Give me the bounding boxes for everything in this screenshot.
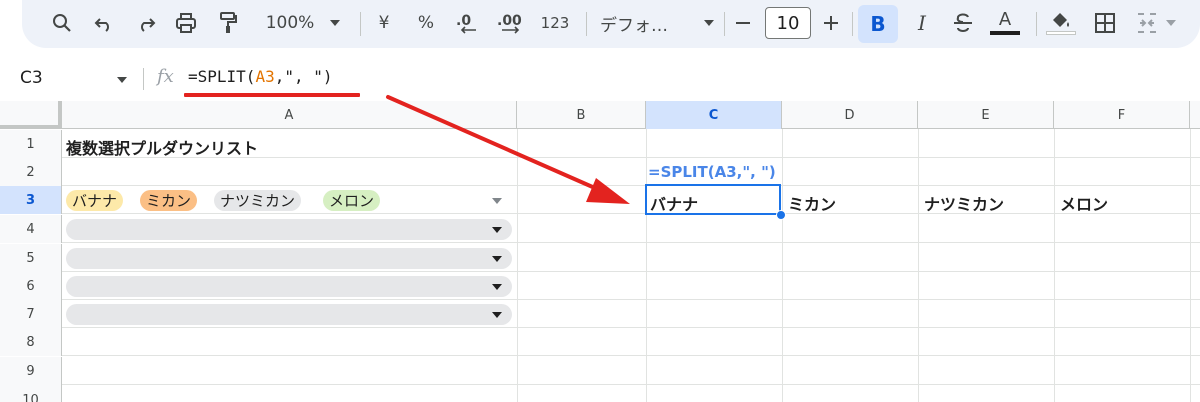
- increase-decimal-icon[interactable]: .00: [494, 8, 528, 38]
- row-9: 9: [0, 357, 1200, 385]
- row-header[interactable]: 5: [0, 244, 62, 272]
- percent-button[interactable]: %: [414, 8, 438, 38]
- column-header-f[interactable]: F: [1054, 101, 1190, 129]
- font-select[interactable]: デフォ…: [600, 8, 698, 38]
- formula-suffix: ,", "): [274, 67, 333, 86]
- chip-natsumikan[interactable]: ナツミカン: [214, 190, 302, 211]
- row-3: 3 バナナ ミカン ナツミカン メロン バナナ ミカン ナツミカン メロン: [0, 186, 1200, 214]
- chevron-down-icon: [492, 227, 502, 233]
- chevron-down-icon[interactable]: [492, 198, 502, 204]
- divider: [586, 12, 587, 36]
- row-header[interactable]: 10: [0, 385, 62, 402]
- zoom-select[interactable]: 100%: [260, 8, 320, 38]
- formula-bar: C3 fx =SPLIT(A3,", "): [0, 56, 1200, 100]
- dropdown-chip-empty[interactable]: [66, 304, 512, 325]
- active-cell-selection: [645, 184, 781, 215]
- merge-icon[interactable]: [1132, 8, 1162, 38]
- row-8: 8: [0, 328, 1200, 356]
- name-box[interactable]: C3: [20, 68, 43, 88]
- chip-mikan[interactable]: ミカン: [140, 190, 198, 211]
- row-header[interactable]: 1: [0, 130, 62, 158]
- column-header-c[interactable]: C: [646, 101, 782, 129]
- formula-ref: A3: [255, 67, 275, 86]
- row-5: 5: [0, 244, 1200, 272]
- text-color-icon[interactable]: A: [988, 8, 1022, 38]
- row-header[interactable]: 9: [0, 357, 62, 385]
- search-icon[interactable]: [48, 8, 76, 38]
- print-icon[interactable]: [172, 8, 200, 38]
- formula-prefix: =SPLIT(: [188, 67, 256, 86]
- row-header[interactable]: 8: [0, 328, 62, 356]
- italic-button[interactable]: I: [908, 8, 936, 38]
- formula-annotation: =SPLIT(A3,", "): [648, 163, 776, 181]
- divider: [1036, 12, 1037, 36]
- fill-color-icon[interactable]: [1044, 8, 1078, 38]
- row-1: 1 複数選択プルダウンリスト: [0, 130, 1200, 158]
- row-7: 7: [0, 300, 1200, 328]
- strikethrough-icon[interactable]: [948, 8, 978, 38]
- chip-melon[interactable]: メロン: [323, 190, 381, 211]
- toolbar: 100% ¥ % .0 .00 123 デフォ… 10 B I A: [22, 0, 1200, 48]
- annotation-underline: [184, 93, 360, 97]
- column-headers: A B C D E F: [0, 101, 1200, 129]
- chevron-down-icon[interactable]: [328, 8, 342, 38]
- chevron-down-icon[interactable]: [1164, 8, 1178, 38]
- formula-input[interactable]: =SPLIT(A3,", "): [188, 67, 333, 86]
- undo-icon[interactable]: [90, 8, 118, 38]
- column-header-d[interactable]: D: [782, 101, 918, 129]
- svg-text:.0: .0: [456, 13, 471, 29]
- chevron-down-icon: [492, 256, 502, 262]
- paint-format-icon[interactable]: [214, 8, 242, 38]
- dropdown-chip-empty[interactable]: [66, 219, 512, 240]
- svg-text:.00: .00: [497, 13, 522, 29]
- currency-button[interactable]: ¥: [372, 8, 396, 38]
- decrease-decimal-icon[interactable]: .0: [452, 8, 482, 38]
- row-4: 4: [0, 215, 1200, 243]
- chevron-down-icon: [492, 284, 502, 290]
- dropdown-chip-empty[interactable]: [66, 276, 512, 297]
- row-10: 10: [0, 385, 1200, 402]
- dropdown-chip-empty[interactable]: [66, 248, 512, 269]
- spreadsheet-grid: A B C D E F 1 複数選択プルダウンリスト 2 3 バナナ ミカン ナ…: [0, 101, 1200, 402]
- font-size-input[interactable]: 10: [765, 7, 811, 39]
- chevron-down-icon[interactable]: [117, 77, 127, 83]
- divider: [852, 12, 853, 36]
- format-123-button[interactable]: 123: [538, 8, 572, 38]
- row-header[interactable]: 4: [0, 215, 62, 243]
- column-header-e[interactable]: E: [918, 101, 1054, 129]
- chip-banana[interactable]: バナナ: [66, 190, 124, 211]
- divider: [724, 12, 725, 36]
- cell-f3[interactable]: メロン: [1060, 191, 1108, 215]
- plus-icon[interactable]: [818, 8, 844, 38]
- borders-icon[interactable]: [1090, 8, 1120, 38]
- select-all-corner[interactable]: [0, 101, 62, 129]
- cell-d3[interactable]: ミカン: [788, 191, 836, 215]
- row-header[interactable]: 2: [0, 158, 62, 186]
- row-header[interactable]: 6: [0, 272, 62, 300]
- fill-handle[interactable]: [776, 210, 786, 220]
- bold-button[interactable]: B: [858, 5, 898, 43]
- column-header-b[interactable]: B: [517, 101, 646, 129]
- minus-icon[interactable]: [730, 8, 756, 38]
- text-color-letter: A: [998, 9, 1012, 30]
- row-header[interactable]: 3: [0, 186, 62, 214]
- chevron-down-icon[interactable]: [702, 8, 716, 38]
- text-color-swatch: [990, 31, 1020, 35]
- column-header-a[interactable]: A: [62, 101, 517, 129]
- cell-e3[interactable]: ナツミカン: [924, 191, 1004, 215]
- chevron-down-icon: [492, 312, 502, 318]
- row-header[interactable]: 7: [0, 300, 62, 328]
- fill-color-swatch: [1046, 31, 1076, 35]
- cell-a1[interactable]: 複数選択プルダウンリスト: [66, 135, 258, 159]
- divider: [360, 12, 361, 36]
- divider: [143, 68, 144, 90]
- fx-icon: fx: [157, 66, 174, 87]
- redo-icon[interactable]: [132, 8, 160, 38]
- row-2: 2: [0, 158, 1200, 186]
- row-6: 6: [0, 272, 1200, 300]
